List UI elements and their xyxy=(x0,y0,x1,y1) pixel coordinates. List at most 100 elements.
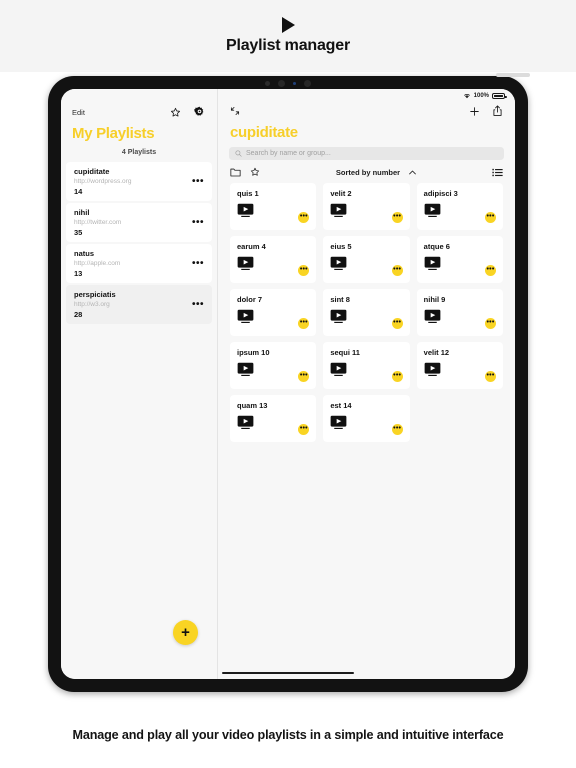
video-card[interactable]: velit 12 ••• xyxy=(416,342,503,389)
video-card-title: nihil 9 xyxy=(423,295,446,304)
video-card-title: eius 5 xyxy=(330,242,352,251)
playlist-video-count: 14 xyxy=(74,187,83,196)
search-placeholder: Search by name or group... xyxy=(246,150,331,157)
video-options-button[interactable]: ••• xyxy=(298,424,310,435)
video-card[interactable]: est 14 ••• xyxy=(323,395,410,442)
ellipsis-icon[interactable]: ••• xyxy=(192,217,204,228)
video-card[interactable]: nihil 9 ••• xyxy=(416,289,503,336)
ellipsis-icon[interactable]: ••• xyxy=(192,299,204,310)
video-card-title: quis 1 xyxy=(237,189,259,198)
ellipsis-icon: ••• xyxy=(393,212,402,220)
video-card[interactable]: atque 6 ••• xyxy=(416,236,503,283)
video-card-title: dolor 7 xyxy=(237,295,263,304)
battery-percent-label: 100% xyxy=(473,93,489,99)
video-options-button[interactable]: ••• xyxy=(485,318,496,329)
add-playlist-button[interactable]: + xyxy=(173,620,198,645)
monitor-play-icon xyxy=(424,362,441,382)
battery-level-fill xyxy=(494,95,503,97)
video-options-button[interactable]: ••• xyxy=(298,265,310,276)
video-card[interactable]: adipisci 3 ••• xyxy=(416,183,503,230)
monitor-play-icon xyxy=(330,203,347,223)
share-icon xyxy=(493,105,502,116)
monitor-play-icon xyxy=(424,203,441,223)
home-indicator xyxy=(222,671,354,674)
search-input[interactable]: Search by name or group... xyxy=(229,147,504,160)
sensor-dot-large xyxy=(304,80,311,87)
video-card[interactable]: eius 5 ••• xyxy=(323,236,410,283)
monitor-play-icon xyxy=(330,362,347,382)
play-triangle-icon xyxy=(281,17,295,33)
monitor-play-icon xyxy=(237,309,254,329)
promo-title: Playlist manager xyxy=(226,37,350,54)
video-card[interactable]: quam 13 ••• xyxy=(230,395,317,442)
star-outline-icon xyxy=(170,107,181,117)
video-options-button[interactable]: ••• xyxy=(485,212,496,223)
video-card[interactable]: ipsum 10 ••• xyxy=(230,342,317,389)
monitor-play-icon xyxy=(330,309,347,329)
playlist-name: natus xyxy=(74,249,95,258)
collapse-sidebar-button[interactable] xyxy=(230,106,240,116)
playlist-name: perspiciatis xyxy=(74,290,116,299)
video-options-button[interactable]: ••• xyxy=(391,318,403,329)
sort-label: Sorted by number xyxy=(335,167,401,177)
playlist-item[interactable]: perspiciatis http://w3.org 28 ••• xyxy=(66,285,212,324)
playlist-name: cupiditate xyxy=(74,167,110,176)
list-view-button[interactable] xyxy=(492,168,503,177)
device-side-button xyxy=(496,73,530,77)
monitor-play-icon xyxy=(330,256,347,276)
video-options-button[interactable]: ••• xyxy=(298,371,310,382)
video-options-button[interactable]: ••• xyxy=(298,212,310,223)
settings-gear-button[interactable] xyxy=(193,106,206,119)
video-options-button[interactable]: ••• xyxy=(298,318,310,329)
ellipsis-icon: ••• xyxy=(486,265,495,273)
playlist-url: http://w3.org xyxy=(74,301,110,308)
ellipsis-icon[interactable]: ••• xyxy=(192,258,204,269)
search-icon xyxy=(235,150,242,157)
battery-full-icon xyxy=(492,93,507,99)
ellipsis-icon[interactable]: ••• xyxy=(192,176,204,187)
share-button[interactable] xyxy=(492,105,503,117)
video-card-title: atque 6 xyxy=(423,242,450,251)
folder-button[interactable] xyxy=(230,167,241,177)
video-card[interactable]: quis 1 ••• xyxy=(230,183,317,230)
playlist-url: http://wordpress.org xyxy=(74,178,132,185)
device-screen: 100% Edit My Playlists 4 Playlists cupid… xyxy=(61,89,515,679)
video-options-button[interactable]: ••• xyxy=(391,212,403,223)
video-card-title: sint 8 xyxy=(330,295,350,304)
camera-lens xyxy=(278,80,285,87)
playlist-url: http://apple.com xyxy=(74,260,121,267)
playlist-item[interactable]: nihil http://twitter.com 35 ••• xyxy=(66,203,212,242)
ellipsis-icon: ••• xyxy=(486,212,495,220)
video-card[interactable]: velit 2 ••• xyxy=(323,183,410,230)
sort-control[interactable]: Sorted by number xyxy=(336,168,416,177)
video-card[interactable]: sequi 11 ••• xyxy=(323,342,410,389)
add-video-button[interactable] xyxy=(469,106,480,117)
video-options-button[interactable]: ••• xyxy=(391,424,403,435)
video-options-button[interactable]: ••• xyxy=(391,265,403,276)
list-view-icon xyxy=(492,168,503,176)
video-options-button[interactable]: ••• xyxy=(485,265,496,276)
playlist-item[interactable]: natus http://apple.com 13 ••• xyxy=(66,244,212,283)
edit-button[interactable]: Edit xyxy=(72,108,85,117)
collapse-arrows-icon xyxy=(230,106,240,116)
video-card[interactable]: earum 4 ••• xyxy=(230,236,317,283)
video-card[interactable]: sint 8 ••• xyxy=(323,289,410,336)
monitor-play-icon xyxy=(424,256,441,276)
video-options-button[interactable]: ••• xyxy=(391,371,403,382)
promo-caption: Manage and play all your video playlists… xyxy=(72,728,504,742)
device-camera-sensors xyxy=(265,80,311,87)
playlist-item[interactable]: cupiditate http://wordpress.org 14 ••• xyxy=(66,162,212,201)
wifi-icon xyxy=(463,93,470,99)
video-card[interactable]: dolor 7 ••• xyxy=(230,289,317,336)
monitor-play-icon xyxy=(237,203,254,223)
playlist-video-count: 35 xyxy=(74,228,83,237)
ellipsis-icon: ••• xyxy=(486,371,495,379)
favorites-star-button[interactable] xyxy=(170,107,181,118)
video-options-button[interactable]: ••• xyxy=(485,371,496,382)
sort-toolbar: Sorted by number xyxy=(218,160,515,183)
sort-toolbar-left-icons xyxy=(230,167,260,177)
ellipsis-icon: ••• xyxy=(486,318,495,326)
monitor-play-icon xyxy=(424,309,441,329)
favorites-filter-button[interactable] xyxy=(250,167,260,177)
video-card-title: velit 2 xyxy=(330,189,352,198)
